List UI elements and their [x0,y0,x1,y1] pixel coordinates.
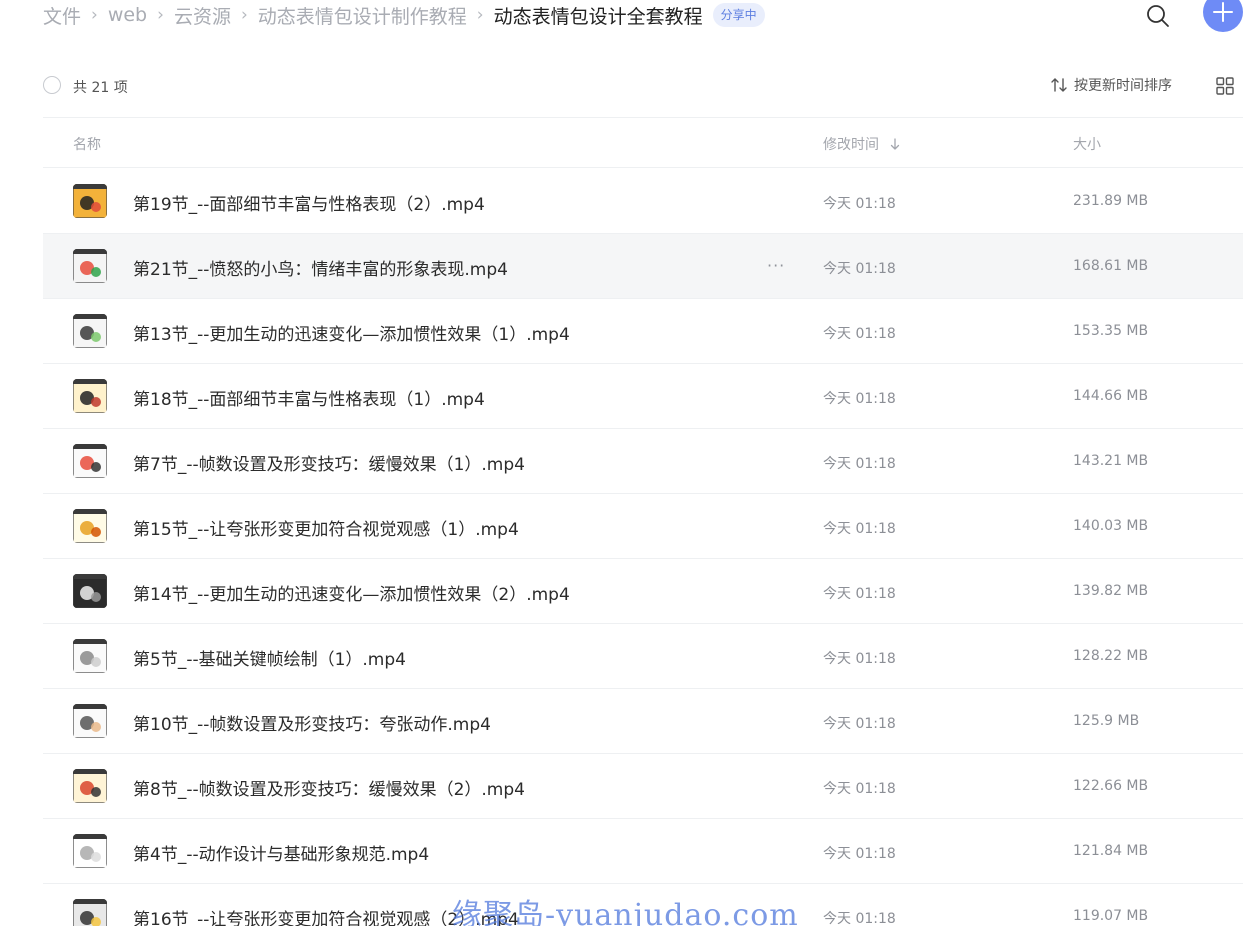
video-thumbnail [73,639,107,673]
table-row[interactable]: 第10节_--帧数设置及形变技巧：夸张动作.mp4···今天 01:18125.… [43,689,1243,754]
file-name[interactable]: 第5节_--基础关键帧绘制（1）.mp4 [133,645,406,670]
file-name[interactable]: 第10节_--帧数设置及形变技巧：夸张动作.mp4 [133,710,491,735]
add-button[interactable] [1203,0,1243,32]
video-thumbnail [73,509,107,543]
breadcrumb: 文件 › web › 云资源 › 动态表情包设计制作教程 › 动态表情包设计全套… [43,0,765,30]
video-thumbnail [73,314,107,348]
file-name[interactable]: 第18节_--面部细节丰富与性格表现（1）.mp4 [133,385,485,410]
file-browser-page: 文件 › web › 云资源 › 动态表情包设计制作教程 › 动态表情包设计全套… [0,0,1253,926]
file-size: 122.66 MB [1073,778,1149,794]
file-size: 119.07 MB [1073,908,1149,924]
file-name[interactable]: 第15节_--让夸张形变更加符合视觉观感（1）.mp4 [133,515,519,540]
video-thumbnail [73,379,107,413]
list-toolbar: 共 21 项 按更新时间排序 [43,74,1243,100]
table-row[interactable]: 第16节_--让夸张形变更加符合视觉观感（2）.mp4···今天 01:1811… [43,884,1243,926]
breadcrumb-item-parent-folder[interactable]: 动态表情包设计制作教程 [258,2,467,29]
table-row[interactable]: 第21节_--愤怒的小鸟：情绪丰富的形象表现.mp4 ··· 今天 01:18 168… [43,234,1243,299]
grid-view-button[interactable] [1215,76,1235,96]
table-row[interactable]: 第7节_--帧数设置及形变技巧：缓慢效果（1）.mp4···今天 01:1814… [43,429,1243,494]
file-size: 139.82 MB [1073,583,1149,599]
select-all-checkbox[interactable] [43,76,61,94]
table-row[interactable]: 第8节_--帧数设置及形变技巧：缓慢效果（2）.mp4···今天 01:1812… [43,754,1243,819]
table-row[interactable]: 第14节_--更加生动的迅速变化—添加惯性效果（2）.mp4···今天 01:1… [43,559,1243,624]
breadcrumb-separator: › [476,5,484,25]
sort-down-icon [890,138,900,150]
file-size: 153.35 MB [1073,323,1149,339]
file-size: 128.22 MB [1073,648,1149,664]
video-thumbnail [73,249,107,283]
file-size: 168.61 MB [1073,258,1149,274]
plus-icon [1213,2,1233,22]
file-list: 第19节_--面部细节丰富与性格表现（2）.mp4 ··· 今天 01:18 231.… [43,169,1243,926]
header-divider [43,167,1243,168]
file-size: 143.21 MB [1073,453,1149,469]
sort-button[interactable]: 按更新时间排序 [1050,75,1172,95]
file-name[interactable]: 第21节_--愤怒的小鸟：情绪丰富的形象表现.mp4 [133,255,508,280]
table-header: 名称 修改时间 大小 [43,118,1243,168]
video-thumbnail [73,574,107,608]
file-name[interactable]: 第4节_--动作设计与基础形象规范.mp4 [133,840,429,865]
modified-time: 今天 01:18 [823,326,896,342]
more-options-button[interactable]: ··· [767,256,785,275]
breadcrumb-current-folder: 动态表情包设计全套教程 [493,5,703,28]
video-thumbnail [73,769,107,803]
file-size: 125.9 MB [1073,713,1140,729]
table-row[interactable]: 第18节_--面部细节丰富与性格表现（1）.mp4···今天 01:18144.… [43,364,1243,429]
item-count: 共 21 项 [73,80,128,96]
column-header-mtime[interactable]: 修改时间 [823,134,903,154]
file-size: 140.03 MB [1073,518,1149,534]
modified-time: 今天 01:18 [823,846,896,862]
table-row[interactable]: 第5节_--基础关键帧绘制（1）.mp4···今天 01:18128.22 MB [43,624,1243,689]
modified-time: 今天 01:18 [823,781,896,797]
breadcrumb-separator: › [157,5,164,25]
breadcrumb-item-cloud-resources[interactable]: 云资源 [174,2,231,29]
video-thumbnail [73,704,107,738]
breadcrumb-item-files[interactable]: 文件 [43,2,81,29]
modified-time: 今天 01:18 [823,586,896,602]
modified-time: 今天 01:18 [823,261,896,277]
table-row[interactable]: 第19节_--面部细节丰富与性格表现（2）.mp4···今天 01:18231.… [43,169,1243,234]
modified-time: 今天 01:18 [823,391,896,407]
table-row[interactable]: 第4节_--动作设计与基础形象规范.mp4···今天 01:18121.84 M… [43,819,1243,884]
search-icon [1147,5,1169,27]
column-header-mtime-label: 修改时间 [823,137,879,153]
grid-view-icon [1216,77,1234,95]
modified-time: 今天 01:18 [823,716,896,732]
modified-time: 今天 01:18 [823,456,896,472]
sort-arrows-icon [1051,78,1067,92]
file-name[interactable]: 第19节_--面部细节丰富与性格表现（2）.mp4 [133,190,485,215]
breadcrumb-separator: › [91,5,98,25]
file-name[interactable]: 第13节_--更加生动的迅速变化—添加惯性效果（1）.mp4 [133,320,570,345]
file-size: 231.89 MB [1073,193,1149,209]
modified-time: 今天 01:18 [823,651,896,667]
modified-time: 今天 01:18 [823,911,896,926]
video-thumbnail [73,899,107,926]
video-thumbnail [73,184,107,218]
search-button[interactable] [1144,2,1172,30]
file-name[interactable]: 第7节_--帧数设置及形变技巧：缓慢效果（1）.mp4 [133,450,525,475]
breadcrumb-item-web[interactable]: web [108,4,147,26]
breadcrumb-separator: › [240,5,248,25]
file-name[interactable]: 第16节_--让夸张形变更加符合视觉观感（2）.mp4 [133,905,519,926]
modified-time: 今天 01:18 [823,521,896,537]
sharing-status-badge: 分享中 [712,3,765,27]
video-thumbnail [73,444,107,478]
file-name[interactable]: 第8节_--帧数设置及形变技巧：缓慢效果（2）.mp4 [133,775,525,800]
table-row[interactable]: 第13节_--更加生动的迅速变化—添加惯性效果（1）.mp4···今天 01:1… [43,299,1243,364]
table-row[interactable]: 第15节_--让夸张形变更加符合视觉观感（1）.mp4···今天 01:1814… [43,494,1243,559]
file-name[interactable]: 第14节_--更加生动的迅速变化—添加惯性效果（2）.mp4 [133,580,570,605]
sort-label: 按更新时间排序 [1074,78,1172,94]
file-size: 121.84 MB [1073,843,1149,859]
file-size: 144.66 MB [1073,388,1149,404]
modified-time: 今天 01:18 [823,196,896,212]
video-thumbnail [73,834,107,868]
column-header-name[interactable]: 名称 [73,134,101,154]
column-header-size[interactable]: 大小 [1073,134,1101,154]
